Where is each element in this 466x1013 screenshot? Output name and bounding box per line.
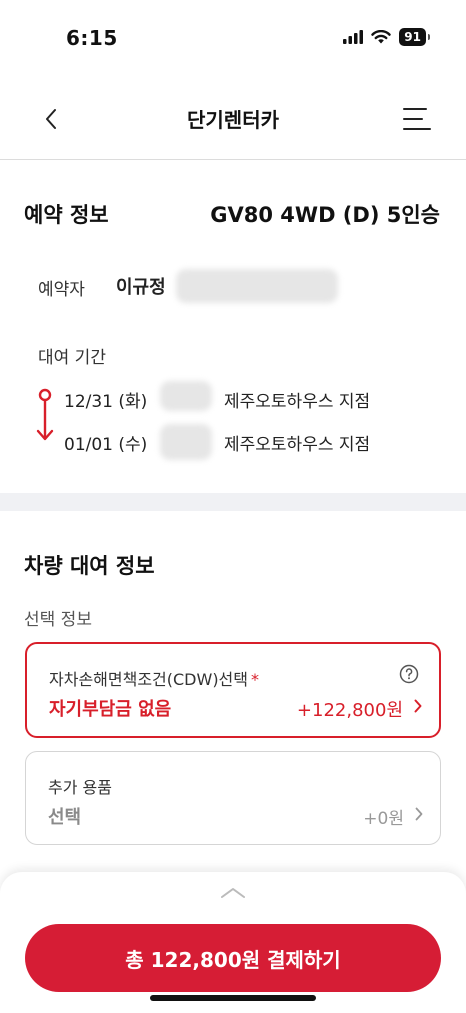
cdw-value: 자기부담금 없음 xyxy=(49,699,172,720)
return-branch: 제주오토하우스 지점 xyxy=(224,435,371,455)
return-date: 01/01 (수) xyxy=(64,435,148,455)
route-arrow-icon xyxy=(36,388,54,441)
required-mark: * xyxy=(251,670,259,689)
status-time: 6:15 xyxy=(66,26,118,50)
signal-icon xyxy=(343,30,364,44)
car-name: GV80 4WD (D) 5인승 xyxy=(210,203,440,227)
status-icons: 91 xyxy=(343,28,430,46)
hamburger-menu-icon xyxy=(403,108,431,130)
battery-indicator: 91 xyxy=(399,28,430,46)
status-bar: 6:15 91 xyxy=(0,0,466,70)
pickup-branch: 제주오토하우스 지점 xyxy=(224,392,371,412)
reservation-section: 예약 정보 GV80 4WD (D) 5인승 예약자 이규정 대여 기간 12/… xyxy=(0,161,466,493)
reservation-section-title: 예약 정보 xyxy=(24,203,109,227)
extras-label: 추가 용품 xyxy=(48,778,112,797)
cdw-option-card[interactable]: 자차손해면책조건(CDW)선택 * 자기부담금 없음 +122,800원 xyxy=(25,642,441,738)
help-icon[interactable] xyxy=(399,664,419,684)
section-divider xyxy=(0,493,466,511)
menu-button[interactable] xyxy=(402,106,432,132)
home-indicator xyxy=(150,995,316,1001)
pickup-date: 12/31 (화) xyxy=(64,392,148,412)
extras-option-card[interactable]: 추가 용품 선택 +0원 xyxy=(25,751,441,845)
redacted-pickup-time xyxy=(160,381,212,411)
chevron-right-icon xyxy=(414,699,422,713)
rental-info-title: 차량 대여 정보 xyxy=(24,554,155,578)
pay-button[interactable]: 총 122,800원 결제하기 xyxy=(25,924,441,992)
redacted-return-time xyxy=(160,424,212,460)
extras-price: +0원 xyxy=(363,809,404,829)
reserver-label: 예약자 xyxy=(38,280,85,300)
rental-period-label: 대여 기간 xyxy=(38,348,106,368)
bottom-sheet: 총 122,800원 결제하기 xyxy=(0,872,466,1013)
cdw-price: +122,800원 xyxy=(296,700,403,721)
chevron-up-icon[interactable] xyxy=(219,886,247,900)
reserver-name: 이규정 xyxy=(116,277,166,298)
redacted-phone xyxy=(176,269,338,303)
cdw-label: 자차손해면책조건(CDW)선택 xyxy=(49,670,248,689)
cdw-label-row: 자차손해면책조건(CDW)선택 * xyxy=(49,666,259,690)
extras-value: 선택 xyxy=(48,807,82,828)
wifi-icon xyxy=(371,29,391,43)
selection-info-label: 선택 정보 xyxy=(24,610,92,630)
app-header: 단기렌터카 xyxy=(0,78,466,160)
chevron-right-icon xyxy=(415,807,423,821)
page-title: 단기렌터카 xyxy=(187,108,279,132)
